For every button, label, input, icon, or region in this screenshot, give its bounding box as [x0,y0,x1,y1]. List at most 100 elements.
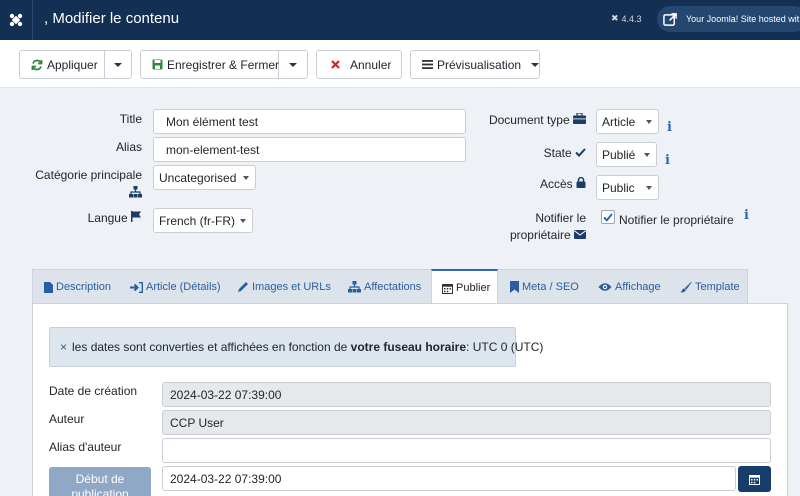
cancel-button[interactable]: Annuler [316,50,402,79]
envelope-icon [574,228,586,242]
publish-up-input[interactable]: 2024-03-22 07:39:00 [162,466,736,491]
access-label-text: Accès [539,177,573,191]
doctype-label: Document type [470,112,586,127]
chevron-down-icon [240,219,246,223]
preview-button[interactable]: Prévisualisation [410,50,540,79]
save-close-label: Enregistrer & Fermer [167,57,280,72]
view-site-link[interactable]: Your Joomla! Site hosted wit... [657,6,800,32]
preview-label: Prévisualisation [437,57,522,72]
chevron-down-icon [114,62,122,67]
info-icon[interactable]: i [665,153,670,168]
page-title: , Modifier le contenu [44,10,180,27]
chevron-down-icon [644,153,650,157]
calendar-icon [442,283,453,294]
file-icon [44,281,53,293]
lock-icon [576,176,586,191]
title-input[interactable]: Mon élément test [153,109,466,134]
category-label: Catégorie principale [20,168,142,198]
tab-label: Meta / SEO [522,281,579,293]
state-select[interactable]: Publié [596,142,657,167]
notify-checkbox[interactable] [601,210,615,224]
tab-article-details[interactable]: Article (Détails) [130,270,221,304]
eye-icon [598,282,612,292]
version-number: 4.4.3 [621,13,642,24]
publish-up-label-line2: publication [71,487,129,496]
tab-label: Template [695,281,740,293]
joomla-logo-icon[interactable] [0,0,32,40]
refresh-icon [31,59,43,71]
doctype-select[interactable]: Article [596,109,659,134]
site-link-text: Your Joomla! Site hosted wit... [686,14,800,24]
calendar-icon [749,474,760,485]
tab-affichage[interactable]: Affichage [598,270,661,304]
state-label: State [470,146,586,160]
save-icon [152,59,163,70]
sign-in-icon [130,281,143,293]
version-indicator: ✖ 4.4.3 [611,13,642,24]
joomla-small-icon: ✖ [611,13,619,23]
language-label-text: Langue [87,211,128,225]
tab-label: Affectations [364,281,422,293]
tab-images-urls[interactable]: Images et URLs [237,270,331,304]
tab-meta-seo[interactable]: Meta / SEO [510,270,579,304]
tab-label: Affichage [615,281,661,293]
close-icon[interactable]: × [60,340,67,354]
created-date-field: 2024-03-22 07:39:00 [162,382,771,407]
save-dropdown-toggle[interactable] [279,50,308,79]
timezone-alert: × les dates sont converties et affichées… [49,327,543,367]
author-alias-label: Alias d'auteur [49,440,122,454]
header-divider [32,0,33,40]
chevron-down-icon [646,186,652,190]
access-value: Public [602,180,635,195]
chevron-down-icon [289,62,297,67]
info-icon[interactable]: i [667,120,672,135]
sitemap-icon [20,186,142,198]
cancel-label: Annuler [350,57,392,72]
apply-dropdown-toggle[interactable] [105,50,132,79]
close-icon [331,60,340,69]
check-icon [575,146,586,160]
apply-button[interactable]: Appliquer [19,50,105,79]
paint-brush-icon [680,281,692,293]
alert-text-before: les dates sont converties et affichées e… [72,340,348,354]
tab-label: Article (Détails) [146,281,221,293]
state-label-text: State [543,146,572,160]
notify-checkbox-label[interactable]: Notifier le propriétaire [619,213,734,227]
alert-text-after: : UTC 0 (UTC) [466,340,544,354]
category-select[interactable]: Uncategorised [153,165,256,190]
tab-publier[interactable]: Publier [431,269,498,305]
state-value: Publié [602,147,636,162]
list-icon [422,60,433,69]
top-header: , Modifier le contenu ✖ 4.4.3 Your Jooml… [0,0,800,40]
external-link-icon [663,12,677,26]
chevron-down-icon [646,120,652,124]
chevron-down-icon [531,62,540,67]
language-select[interactable]: French (fr-FR) [153,208,253,233]
created-date-label: Date de création [49,384,138,398]
access-label: Accès [470,176,586,191]
alias-input[interactable]: mon-element-test [153,137,466,162]
publish-up-label-line1: Début de [75,472,125,486]
tab-bar: Description Article (Détails) Images et … [32,269,748,305]
tab-description[interactable]: Description [44,270,111,304]
tab-affectations[interactable]: Affectations [348,270,421,304]
briefcase-icon [573,112,586,127]
access-select[interactable]: Public [596,175,659,200]
sitemap-icon [348,281,361,293]
author-alias-input[interactable] [162,438,771,463]
action-toolbar: Appliquer Enregistrer & Fermer Annuler P… [0,40,800,88]
notify-label-line1: Notifier le [535,211,586,225]
alert-text-bold: votre fuseau horaire [350,340,467,354]
title-label: Title [119,112,142,126]
save-close-button[interactable]: Enregistrer & Fermer [140,50,279,79]
language-value: French (fr-FR) [159,213,235,228]
tab-label: Publier [456,282,491,294]
pencil-icon [237,281,249,293]
tab-label: Images et URLs [252,281,331,293]
tab-template[interactable]: Template [680,270,740,304]
publish-up-calendar-button[interactable] [738,466,771,492]
author-field: CCP User [162,410,771,435]
chevron-down-icon [243,176,249,180]
publish-up-label: Début de publication [49,467,151,496]
info-icon[interactable]: i [744,208,749,223]
